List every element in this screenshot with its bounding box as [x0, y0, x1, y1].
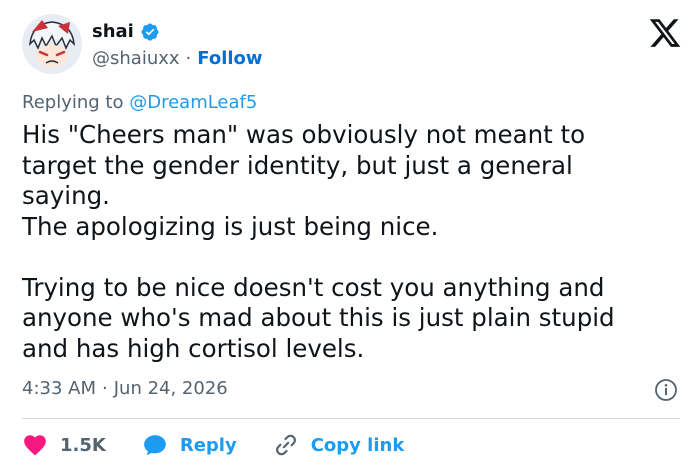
link-icon: [275, 434, 296, 456]
tweet-card: shai @shaiuxx · Follow Replying to @Drea…: [0, 0, 700, 471]
tweet-line: and has high cortisol levels.: [22, 333, 365, 363]
tweet-line: The apologizing is just being nice.: [22, 211, 439, 241]
author-handle[interactable]: @shaiuxx: [92, 48, 180, 69]
info-icon[interactable]: [654, 378, 678, 402]
tweet-time: 4:33 AM: [22, 378, 96, 399]
like-button[interactable]: 1.5K: [22, 432, 106, 458]
tweet-timestamp[interactable]: 4:33 AM · Jun 24, 2026: [22, 378, 228, 399]
tweet-line: Trying to be nice doesn't cost you anyth…: [22, 272, 605, 302]
divider: [22, 418, 680, 419]
handle-row: @shaiuxx · Follow: [92, 48, 263, 69]
avatar-image: [22, 14, 82, 74]
reply-bubble-icon: [144, 435, 166, 456]
separator-dot: ·: [102, 378, 108, 399]
tweet-line: anyone who's mad about this is just plai…: [22, 303, 615, 332]
replying-to-label: Replying to: [22, 92, 124, 113]
separator-dot: ·: [185, 48, 192, 69]
tweet-text: His "Cheers man" was obviously not meant…: [22, 120, 682, 364]
replying-to: Replying to @DreamLeaf5: [22, 92, 257, 113]
reply-button[interactable]: Reply: [142, 432, 237, 458]
reply-label: Reply: [179, 434, 237, 456]
tweet-header: shai @shaiuxx · Follow: [22, 14, 682, 78]
tweet-line: target the gender identity, but just a g…: [22, 150, 573, 180]
tweet-line: saying.: [22, 181, 110, 210]
replying-to-mention[interactable]: @DreamLeaf5: [129, 92, 257, 113]
verified-badge-icon: [141, 22, 159, 41]
action-bar: 1.5K Reply Copy link: [22, 430, 440, 460]
tweet-line: His "Cheers man" was obviously not meant…: [22, 120, 586, 149]
copy-link-button[interactable]: Copy link: [273, 432, 405, 458]
like-count: 1.5K: [60, 434, 106, 456]
name-row: shai: [92, 21, 160, 42]
heart-icon: [24, 435, 46, 456]
tweet-date: Jun 24, 2026: [113, 378, 228, 399]
follow-button[interactable]: Follow: [197, 48, 262, 69]
x-logo-icon[interactable]: [648, 16, 682, 50]
copy-link-label: Copy link: [310, 434, 405, 456]
display-name[interactable]: shai: [92, 21, 134, 42]
avatar[interactable]: [22, 14, 82, 74]
